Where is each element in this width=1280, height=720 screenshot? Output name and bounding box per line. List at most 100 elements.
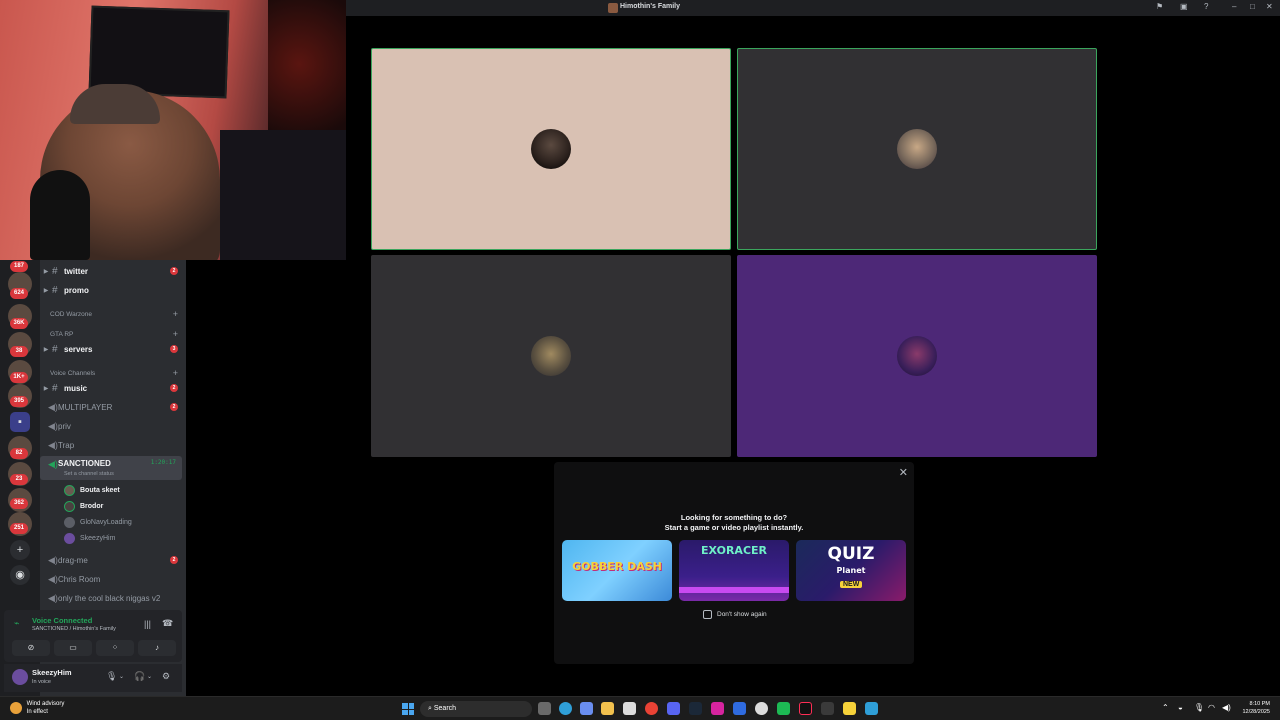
add-channel-icon[interactable]: + — [173, 309, 178, 319]
signal-icon[interactable]: ⌁ — [14, 618, 19, 629]
volume-icon[interactable]: ◀) — [1222, 703, 1231, 712]
screen: Himothin's Family ⚑ ▣ ? – □ ✕ 187 624 36… — [0, 0, 1280, 720]
hash-icon: # — [52, 382, 58, 394]
discord-icon[interactable] — [667, 702, 680, 715]
rail-badge: 624 — [10, 288, 28, 299]
voice-member[interactable]: GloNavyLoading — [64, 514, 132, 530]
copilot-icon[interactable] — [580, 702, 593, 715]
voice-channel-cool[interactable]: ◀) only the cool black niggas v2 — [40, 589, 186, 607]
hash-icon: # — [52, 284, 58, 296]
category-cod-warzone[interactable]: COD Warzone + — [40, 305, 186, 323]
network-tray-icon[interactable]: ◒ — [1178, 703, 1183, 712]
add-channel-icon[interactable]: + — [173, 329, 178, 339]
checkbox[interactable] — [703, 610, 712, 619]
activity-prompt-subtitle: Start a game or video playlist instantly… — [664, 523, 804, 532]
voice-channel-priv[interactable]: ◀) priv — [40, 417, 186, 435]
voice-member[interactable]: SkeezyHim — [64, 530, 115, 546]
instagram-icon[interactable] — [711, 702, 724, 715]
webcam-microphone — [30, 170, 90, 260]
chevron-down-icon[interactable]: ⌄ — [119, 673, 124, 680]
video-tile[interactable] — [371, 255, 731, 457]
file-explorer-icon[interactable] — [601, 702, 614, 715]
username[interactable]: SkeezyHim — [32, 668, 72, 677]
dont-show-again[interactable]: Don't show again — [703, 610, 767, 619]
game-quiz-planet[interactable]: QUIZ Planet NEW — [796, 540, 906, 601]
app-icon[interactable] — [733, 702, 746, 715]
screen-share-button[interactable]: ▭ — [54, 640, 92, 656]
screen-icon[interactable]: ▣ — [1180, 2, 1188, 11]
search-box[interactable]: ⌕ Search — [420, 701, 532, 717]
activities-button[interactable]: ⁘ — [96, 640, 134, 656]
video-tile[interactable] — [737, 48, 1097, 250]
channel-status-prompt[interactable]: Set a channel status — [64, 471, 114, 477]
avatar[interactable] — [12, 669, 28, 685]
chrome-icon[interactable] — [645, 702, 658, 715]
close-icon[interactable]: ✕ — [899, 466, 908, 479]
voice-channel-chris-room[interactable]: ◀) Chris Room — [40, 570, 186, 588]
folder-icon[interactable]: ▪ — [10, 412, 30, 432]
minimize-icon[interactable]: – — [1232, 2, 1236, 11]
clock[interactable]: 8:10 PM 12/28/2025 — [1242, 700, 1270, 716]
channel-servers[interactable]: ▶ # servers 3 — [40, 340, 186, 358]
voice-channel-drag-me[interactable]: ◀) drag-me 2 — [40, 551, 186, 569]
tiktok-icon[interactable] — [799, 702, 812, 715]
speaker-icon: ◀) — [48, 592, 58, 603]
inbox-icon[interactable]: ⚑ — [1156, 2, 1163, 11]
chevron-up-icon[interactable]: ⌃ — [1162, 703, 1169, 712]
voice-member[interactable]: Bouta skeet — [64, 482, 120, 498]
voice-connected-subtitle[interactable]: SANCTIONED / Himothin's Family — [32, 626, 116, 632]
avatar — [64, 516, 75, 528]
edge-icon[interactable] — [559, 702, 572, 715]
game-exoracer[interactable]: EXORACER — [679, 540, 789, 601]
channel-promo[interactable]: ▶ # promo — [40, 281, 186, 299]
app-icon[interactable] — [865, 702, 878, 715]
voice-channel-multiplayer[interactable]: ◀) MULTIPLAYER 2 — [40, 398, 186, 416]
chevron-right-icon: ▶ — [43, 268, 49, 275]
weather-title: Wind advisory — [26, 701, 65, 707]
noise-suppression-icon[interactable]: ||| — [144, 619, 151, 629]
channel-twitter[interactable]: ▶ # twitter 2 — [40, 262, 186, 280]
headphones-icon[interactable]: 🎧 — [134, 671, 145, 682]
steam-icon[interactable] — [689, 702, 702, 715]
task-view-icon[interactable] — [538, 702, 551, 715]
avatar — [64, 484, 75, 496]
soundboard-button[interactable]: ♪ — [138, 640, 176, 656]
webcam-overlay — [0, 0, 346, 260]
store-icon[interactable] — [623, 702, 636, 715]
microphone-tray-icon[interactable]: 🎙 — [1194, 703, 1204, 712]
voice-channel-music[interactable]: ▶ # music 2 — [40, 379, 186, 397]
video-tile[interactable] — [371, 48, 731, 250]
game-subtitle: Planet — [836, 566, 866, 575]
chatgpt-icon[interactable] — [755, 702, 768, 715]
channel-name: Trap — [58, 440, 75, 450]
speaker-icon: ◀) — [48, 573, 58, 584]
disconnect-icon[interactable]: ☎ — [162, 618, 173, 629]
time: 8:10 PM — [1249, 701, 1270, 707]
app-icon[interactable] — [777, 702, 790, 715]
video-tile[interactable] — [737, 255, 1097, 457]
maximize-icon[interactable]: □ — [1250, 2, 1255, 11]
start-button[interactable] — [402, 703, 414, 715]
weather-icon — [10, 702, 22, 714]
speaker-icon: ◀) — [48, 459, 58, 469]
add-server-icon[interactable]: + — [10, 540, 30, 560]
rail-badge: 187 — [10, 261, 28, 272]
sticky-notes-icon[interactable] — [843, 702, 856, 715]
discover-icon[interactable]: ◉ — [10, 565, 30, 585]
add-channel-icon[interactable]: + — [173, 368, 178, 378]
gear-icon[interactable]: ⚙ — [162, 671, 170, 682]
help-icon[interactable]: ? — [1204, 2, 1208, 11]
xbox-icon[interactable] — [821, 702, 834, 715]
game-gobber-dash[interactable]: GOBBER DASH — [562, 540, 672, 601]
camera-button[interactable]: ⊘ — [12, 640, 50, 656]
chevron-down-icon[interactable]: ⌄ — [147, 673, 152, 680]
voice-channel-trap[interactable]: ◀) Trap — [40, 436, 186, 454]
activity-suggestion-card: ✕ Looking for something to do? Start a g… — [554, 462, 914, 664]
weather-widget[interactable]: Wind advisory In effect — [10, 700, 64, 716]
speaker-icon: ◀) — [48, 401, 58, 412]
wifi-icon[interactable]: ◠ — [1208, 703, 1215, 712]
close-window-icon[interactable]: ✕ — [1266, 2, 1273, 11]
voice-member[interactable]: Brodor — [64, 498, 103, 514]
microphone-icon[interactable]: 🎙 — [106, 671, 117, 682]
speaker-icon: ◀) — [48, 439, 58, 450]
